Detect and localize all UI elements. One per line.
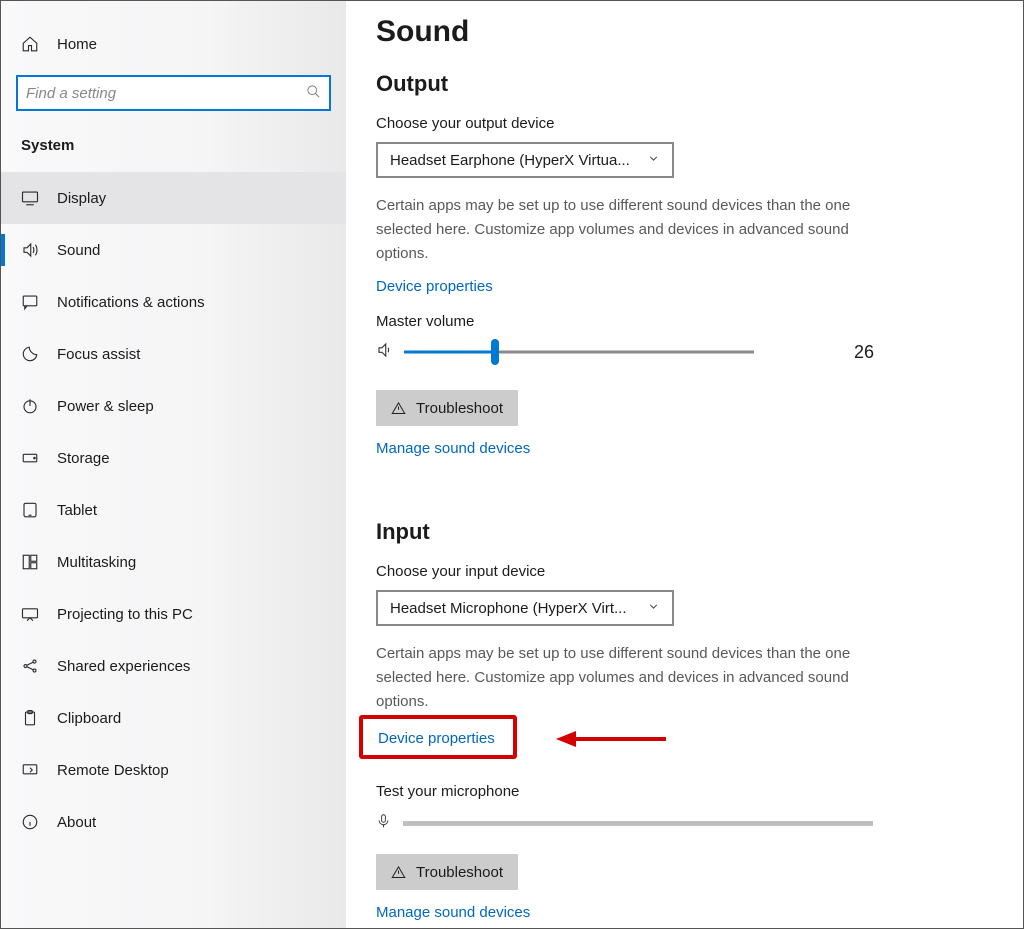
master-volume-value: 26: [804, 342, 874, 363]
warning-icon: [391, 865, 406, 880]
warning-icon: [391, 401, 406, 416]
output-choose-label: Choose your output device: [376, 115, 983, 132]
microphone-icon: [376, 810, 391, 836]
about-icon: [21, 813, 57, 831]
troubleshoot-label: Troubleshoot: [416, 864, 503, 881]
microphone-level-bar: [403, 821, 873, 826]
test-microphone-label: Test your microphone: [376, 783, 983, 800]
sidebar-item-projecting[interactable]: Projecting to this PC: [1, 588, 346, 640]
sound-icon: [21, 241, 57, 259]
sidebar-section-title: System: [1, 129, 346, 172]
sidebar-item-multitasking[interactable]: Multitasking: [1, 536, 346, 588]
search-box[interactable]: [16, 75, 331, 111]
sidebar-item-label: Storage: [57, 450, 110, 467]
output-device-select[interactable]: Headset Earphone (HyperX Virtua...: [376, 142, 674, 178]
input-device-select[interactable]: Headset Microphone (HyperX Virt...: [376, 590, 674, 626]
output-hint-text: Certain apps may be set up to use differ…: [376, 194, 861, 266]
output-manage-devices-link[interactable]: Manage sound devices: [376, 440, 530, 457]
sidebar-item-about[interactable]: About: [1, 796, 346, 848]
sidebar-item-label: Notifications & actions: [57, 294, 205, 311]
chevron-down-icon: [647, 600, 660, 617]
input-hint-text: Certain apps may be set up to use differ…: [376, 642, 861, 714]
sidebar-item-label: Remote Desktop: [57, 762, 169, 779]
sidebar-item-label: Shared experiences: [57, 658, 190, 675]
sidebar-item-label: Sound: [57, 242, 100, 259]
clipboard-icon: [21, 709, 57, 727]
sidebar-item-notifications[interactable]: Notifications & actions: [1, 276, 346, 328]
search-input[interactable]: [26, 85, 306, 102]
tablet-icon: [21, 501, 57, 519]
sidebar-item-sound[interactable]: Sound: [1, 224, 346, 276]
search-icon: [306, 84, 321, 103]
focus-icon: [21, 345, 57, 363]
home-icon: [21, 35, 57, 53]
input-device-value: Headset Microphone (HyperX Virt...: [390, 600, 627, 617]
projecting-icon: [21, 605, 57, 623]
input-section-title: Input: [376, 519, 983, 545]
sidebar-item-power-sleep[interactable]: Power & sleep: [1, 380, 346, 432]
multitasking-icon: [21, 553, 57, 571]
sidebar-item-tablet[interactable]: Tablet: [1, 484, 346, 536]
sidebar-item-label: Multitasking: [57, 554, 136, 571]
output-device-properties-link[interactable]: Device properties: [376, 278, 493, 295]
power-icon: [21, 397, 57, 415]
troubleshoot-label: Troubleshoot: [416, 400, 503, 417]
sidebar-item-label: Projecting to this PC: [57, 606, 193, 623]
page-title: Sound: [376, 15, 983, 49]
speaker-icon[interactable]: [376, 341, 394, 363]
input-troubleshoot-button[interactable]: Troubleshoot: [376, 854, 518, 890]
sidebar-item-shared-experiences[interactable]: Shared experiences: [1, 640, 346, 692]
master-volume-label: Master volume: [376, 313, 983, 330]
sidebar-item-remote-desktop[interactable]: Remote Desktop: [1, 744, 346, 796]
sidebar-item-label: Focus assist: [57, 346, 140, 363]
storage-icon: [21, 449, 57, 467]
sidebar-item-focus-assist[interactable]: Focus assist: [1, 328, 346, 380]
sidebar-item-label: Power & sleep: [57, 398, 154, 415]
output-section-title: Output: [376, 71, 983, 97]
remote-icon: [21, 761, 57, 779]
output-device-value: Headset Earphone (HyperX Virtua...: [390, 152, 630, 169]
input-choose-label: Choose your input device: [376, 563, 983, 580]
master-volume-slider[interactable]: [404, 340, 754, 364]
sidebar-item-clipboard[interactable]: Clipboard: [1, 692, 346, 744]
output-troubleshoot-button[interactable]: Troubleshoot: [376, 390, 518, 426]
sidebar-item-label: About: [57, 814, 96, 831]
input-manage-devices-link[interactable]: Manage sound devices: [376, 904, 530, 921]
shared-icon: [21, 657, 57, 675]
home-label: Home: [57, 36, 97, 53]
sidebar-item-label: Tablet: [57, 502, 97, 519]
microphone-test-row: [376, 810, 983, 836]
notifications-icon: [21, 293, 57, 311]
settings-sidebar: Home System Display Sound: [1, 1, 346, 928]
main-content: Sound Output Choose your output device H…: [346, 1, 1023, 928]
input-device-properties-link[interactable]: Device properties: [376, 726, 497, 751]
sidebar-item-storage[interactable]: Storage: [1, 432, 346, 484]
home-button[interactable]: Home: [1, 19, 346, 69]
chevron-down-icon: [647, 152, 660, 169]
sidebar-item-label: Display: [57, 190, 106, 207]
display-icon: [21, 189, 57, 207]
sidebar-item-display[interactable]: Display: [1, 172, 346, 224]
sidebar-item-label: Clipboard: [57, 710, 121, 727]
